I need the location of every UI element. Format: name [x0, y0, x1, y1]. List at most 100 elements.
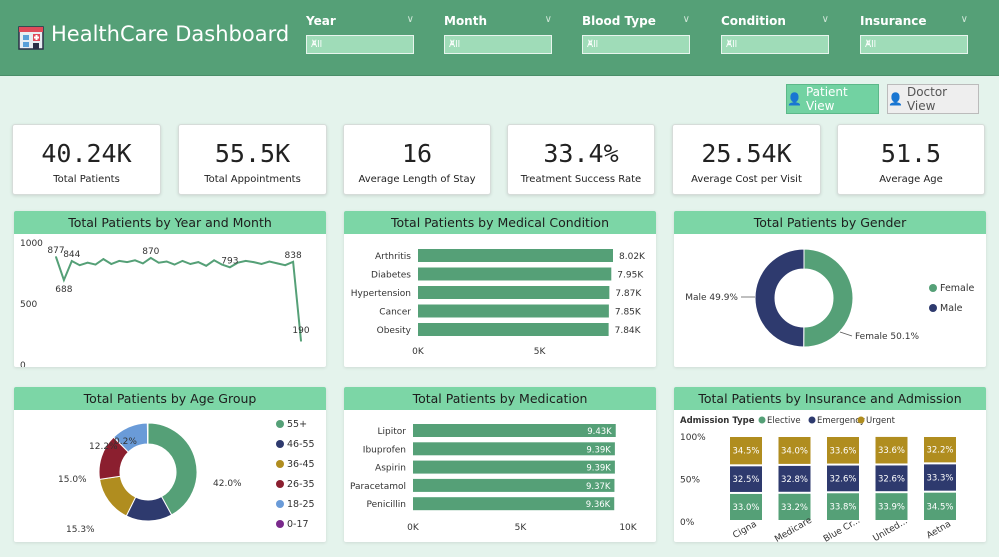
kpi-card-average-cost-per-visit: 25.54K Average Cost per Visit — [672, 124, 821, 195]
data-point — [110, 263, 113, 265]
bar-value-label: 8.02K — [619, 252, 646, 262]
filter-blood-type-select[interactable]: All ∨ — [582, 35, 690, 54]
filter-month-label: Month — [444, 14, 488, 28]
data-point — [300, 339, 302, 342]
legend-marker — [276, 480, 284, 488]
legend-label: 36-45 — [287, 459, 315, 470]
filter-month: Month ∨ All ∨ — [444, 14, 552, 54]
segment-label: 32.2% — [926, 446, 953, 456]
legend-label: Female — [940, 283, 975, 294]
bar-value-label: 7.84K — [615, 326, 642, 336]
data-label: 190 — [292, 326, 309, 336]
hospital-logo-icon — [18, 26, 44, 50]
patient-view-label: Patient View — [805, 85, 848, 113]
category-label: Diabetes — [371, 271, 411, 281]
chevron-down-icon[interactable]: ∨ — [961, 14, 968, 25]
kpi-label: Total Patients — [53, 174, 120, 185]
bar-value-label: 9.39K — [586, 445, 611, 455]
chevron-down-icon[interactable]: ∨ — [822, 14, 829, 25]
segment-label: 33.6% — [829, 446, 856, 456]
category-label: Obesity — [377, 326, 412, 336]
kpi-value: 33.4% — [543, 139, 619, 168]
data-point — [173, 263, 176, 266]
data-point — [252, 261, 255, 264]
y-tick-label: 50% — [680, 476, 700, 486]
x-tick-label: 5K — [534, 347, 547, 357]
slice-label: 15.0% — [58, 475, 87, 485]
segment-label: 33.8% — [829, 503, 856, 513]
legend-title: Admission Type — [680, 416, 755, 426]
category-label: Lipitor — [378, 427, 407, 437]
data-point — [149, 256, 152, 259]
legend-marker — [929, 304, 937, 312]
filter-year-select[interactable]: All ∨ — [306, 35, 414, 54]
doctor-icon: 👤 — [888, 92, 903, 106]
header-bar: HealthCare Dashboard Year ∨ All ∨ Month … — [0, 0, 999, 76]
donut-slice — [754, 248, 805, 348]
series-line — [55, 256, 302, 341]
legend-marker — [929, 284, 937, 292]
x-tick-label: Cigna — [731, 520, 758, 542]
filter-condition-label: Condition — [721, 14, 786, 28]
data-label: 838 — [285, 251, 302, 261]
slice-label: 15.3% — [66, 525, 95, 535]
data-label: 877 — [47, 246, 64, 256]
legend-label: 46-55 — [287, 439, 315, 450]
bar-value-label: 7.95K — [617, 271, 644, 281]
filter-blood-type: Blood Type ∨ All ∨ — [582, 14, 690, 54]
filter-insurance: Insurance ∨ All ∨ — [860, 14, 968, 54]
kpi-card-average-age: 51.5 Average Age — [837, 124, 985, 195]
kpi-value: 25.54K — [701, 139, 792, 168]
chevron-down-icon[interactable]: ∨ — [683, 14, 690, 25]
legend-marker — [276, 460, 284, 468]
segment-label: 34.5% — [926, 502, 953, 512]
y-tick-label: 1000 — [20, 239, 43, 249]
data-point — [157, 261, 160, 264]
bar — [413, 460, 615, 474]
x-tick-label: Aetna — [925, 519, 953, 541]
filter-insurance-select[interactable]: All ∨ — [860, 35, 968, 54]
legend-marker — [276, 520, 284, 528]
chevron-down-icon: ∨ — [865, 38, 872, 48]
data-label: 688 — [55, 285, 72, 295]
kpi-value: 55.5K — [214, 139, 291, 168]
filter-condition: Condition ∨ All ∨ — [721, 14, 829, 54]
bar-value-label: 9.36K — [586, 500, 611, 510]
filter-year-label: Year — [306, 14, 336, 28]
data-point — [126, 261, 129, 264]
filter-condition-select[interactable]: All ∨ — [721, 35, 829, 54]
segment-label: 32.6% — [829, 474, 856, 484]
kpi-value: 16 — [401, 139, 433, 168]
panel-patients-by-condition: Total Patients by Medical Condition Arth… — [344, 211, 656, 367]
legend-label: 0-17 — [287, 519, 309, 530]
panel-patients-by-age-group: Total Patients by Age Group 42.0% 15.3% 15… — [14, 387, 326, 542]
doctor-view-button[interactable]: 👤 Doctor View — [887, 84, 979, 114]
kpi-label: Average Age — [879, 174, 943, 185]
segment-label: 34.0% — [781, 446, 808, 456]
panel-patients-by-medication: Total Patients by Medication Lipitor 9.43… — [344, 387, 656, 542]
legend-marker — [808, 416, 816, 424]
filter-month-select[interactable]: All ∨ — [444, 35, 552, 54]
data-point — [63, 279, 65, 281]
patient-view-button[interactable]: 👤 Patient View — [786, 84, 879, 114]
data-point — [78, 264, 81, 267]
category-label: Hypertension — [351, 289, 411, 299]
kpi-card-average-length-of-stay: 16 Average Length of Stay — [343, 124, 491, 195]
kpi-card-total-appointments: 55.5K Total Appointments — [178, 124, 327, 195]
bar-chart: Arthritis 8.02K Diabetes 7.95K Hypertension 7… — [351, 249, 646, 357]
data-point — [268, 260, 271, 263]
segment-label: 34.5% — [732, 447, 759, 457]
donut-slice — [803, 248, 854, 348]
data-point — [134, 259, 136, 262]
data-point — [284, 264, 287, 267]
bar — [418, 249, 613, 262]
legend-marker — [276, 500, 284, 508]
slice-label: Male 49.9% — [685, 293, 738, 303]
chevron-down-icon[interactable]: ∨ — [545, 14, 552, 25]
donut-chart: Female 50.1% Male 49.9% Female Male — [685, 248, 975, 348]
chevron-down-icon[interactable]: ∨ — [407, 14, 414, 25]
legend-marker — [276, 440, 284, 448]
x-tick-label: 0K — [412, 347, 425, 357]
category-label: Penicillin — [366, 500, 406, 510]
chevron-down-icon: ∨ — [311, 38, 318, 48]
